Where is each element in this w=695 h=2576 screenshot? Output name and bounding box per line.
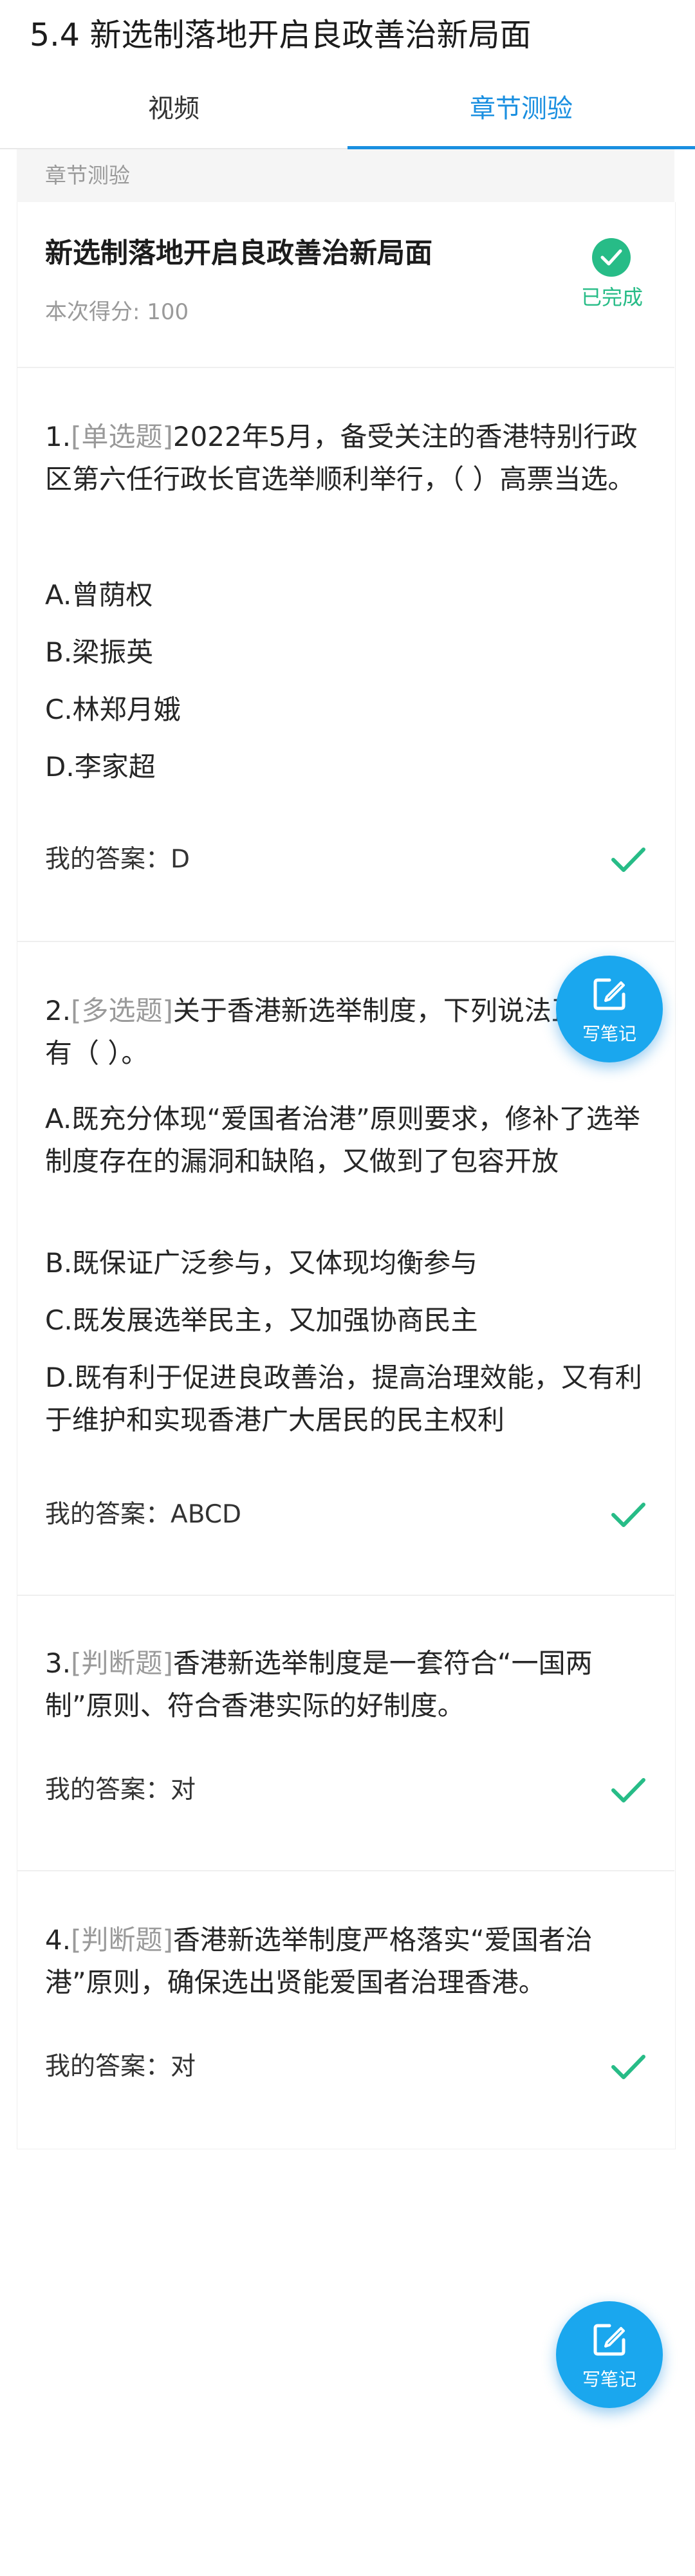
question-number: 1.	[45, 421, 71, 452]
tab-video[interactable]: 视频	[0, 71, 348, 147]
correct-check-icon	[611, 848, 645, 872]
tab-bar: 视频 章节测验	[0, 71, 695, 149]
answer-label: 我的答案：	[45, 1775, 171, 1804]
question-1-text: 1.[单选题]2022年5月，备受关注的香港特别行政区第六任行政长官选举顺利举行…	[45, 416, 650, 501]
section-label: 章节测验	[45, 163, 130, 188]
question-3-text: 3.[判断题]香港新选举制度是一套符合“一国两制”原则、符合香港实际的好制度。	[45, 1642, 650, 1727]
divider	[17, 367, 674, 368]
correct-check-icon	[611, 1503, 645, 1527]
correct-check-icon	[611, 1778, 645, 1802]
answer-label: 我的答案：	[45, 845, 171, 874]
question-2-option-b: B.既保证广泛参与，又体现均衡参与	[45, 1247, 478, 1279]
title-bar: 5.4 新选制落地开启良政善治新局面	[0, 0, 695, 71]
answer-label: 我的答案：	[45, 1500, 171, 1529]
question-4-text: 4.[判断题]香港新选举制度严格落实“爱国者治港”原则，确保选出贤能爱国者治理香…	[45, 1919, 650, 2004]
page-title: 5.4 新选制落地开启良政善治新局面	[30, 17, 532, 53]
write-note-label: 写笔记	[582, 2369, 636, 2390]
write-note-button[interactable]: 写笔记	[556, 956, 663, 1062]
question-1-option-a: A.曾荫权	[45, 579, 153, 611]
answer-value: 对	[171, 2052, 196, 2081]
write-note-label: 写笔记	[582, 1023, 636, 1044]
question-type: [单选题]	[71, 421, 173, 452]
question-1-option-b: B.梁振英	[45, 636, 154, 668]
divider	[17, 1595, 674, 1596]
completed-status: 已完成	[580, 285, 643, 310]
question-2-option-d: D.既有利于促进良政善治，提高治理效能，又有利于维护和实现香港广大居民的民主权利	[45, 1362, 642, 1436]
question-3-answer: 我的答案：对	[45, 1772, 196, 1808]
edit-note-icon	[593, 2324, 626, 2356]
question-1-option-d: D.李家超	[45, 751, 156, 783]
question-2-option-a: A.既充分体现“爱国者治港”原则要求，修补了选举制度存在的漏洞和缺陷，又做到了包…	[45, 1103, 640, 1177]
question-number: 4.	[45, 1924, 71, 1956]
divider	[17, 941, 674, 942]
answer-label: 我的答案：	[45, 2052, 171, 2081]
edit-note-icon	[593, 978, 626, 1010]
tab-chapter-quiz[interactable]: 章节测验	[348, 71, 695, 147]
question-1-option-c: C.林郑月娥	[45, 694, 181, 725]
quiz-title: 新选制落地开启良政善治新局面	[45, 237, 432, 270]
question-2-option-c: C.既发展选举民主，又加强协商民主	[45, 1304, 478, 1336]
question-1-answer: 我的答案：D	[45, 842, 190, 878]
answer-value: 对	[171, 1775, 196, 1804]
question-number: 2.	[45, 995, 71, 1026]
question-type: [判断题]	[71, 1647, 173, 1679]
score-text: 本次得分: 100	[45, 299, 189, 325]
check-circle-icon	[592, 238, 631, 277]
question-type: [多选题]	[71, 995, 173, 1026]
question-4-answer: 我的答案：对	[45, 2049, 196, 2085]
answer-value: ABCD	[171, 1500, 242, 1529]
answer-value: D	[171, 845, 190, 874]
section-header: 章节测验	[17, 149, 674, 202]
question-2-answer: 我的答案：ABCD	[45, 1497, 241, 1533]
question-type: [判断题]	[71, 1924, 173, 1956]
question-number: 3.	[45, 1647, 71, 1679]
correct-check-icon	[611, 2055, 645, 2079]
write-note-button-bottom[interactable]: 写笔记	[556, 2301, 663, 2408]
divider	[17, 1870, 674, 1871]
